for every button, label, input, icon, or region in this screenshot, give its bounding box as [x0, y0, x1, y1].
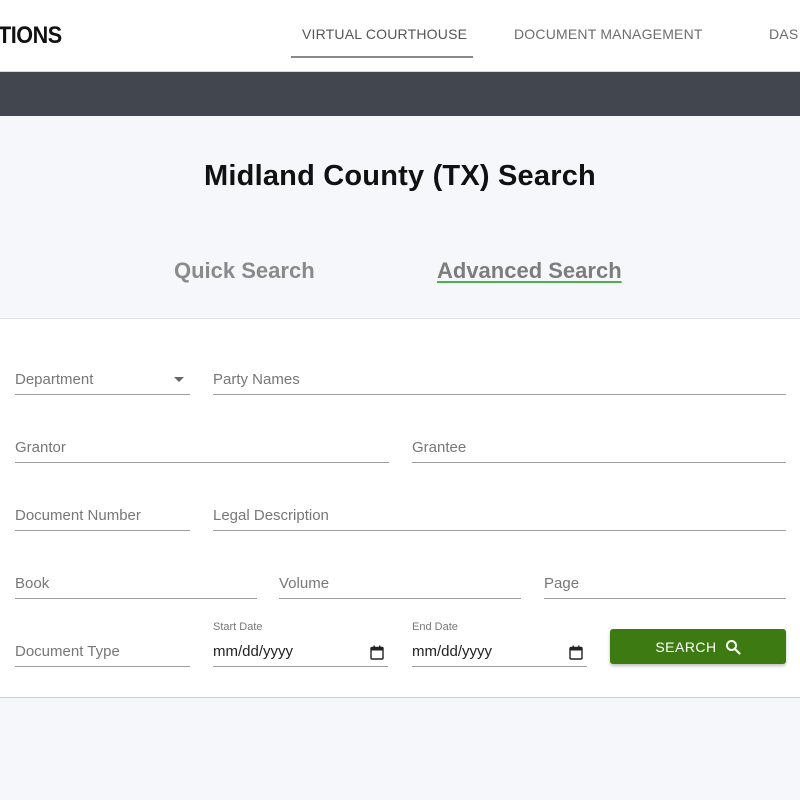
- nav-tab-virtual-courthouse[interactable]: VIRTUAL COURTHOUSE: [302, 26, 467, 42]
- grantee-input[interactable]: Grantee: [412, 427, 786, 463]
- banner: [0, 72, 800, 116]
- document-number-input[interactable]: Document Number: [15, 495, 190, 531]
- end-date-label: End Date: [412, 621, 458, 633]
- logo[interactable]: TIONS: [0, 22, 62, 50]
- end-date-value[interactable]: mm/dd/yyyy: [412, 643, 492, 660]
- grantee-label: Grantee: [412, 439, 467, 456]
- calendar-icon[interactable]: [569, 645, 583, 660]
- start-date-input[interactable]: Start Date mm/dd/yyyy: [213, 621, 388, 667]
- end-date-input[interactable]: End Date mm/dd/yyyy: [412, 621, 587, 667]
- volume-input[interactable]: Volume: [279, 563, 521, 599]
- party-names-input[interactable]: Party Names: [213, 359, 786, 395]
- nav-active-indicator: [291, 56, 473, 58]
- search-button-label: SEARCH: [655, 638, 717, 655]
- department-label: Department: [15, 371, 94, 388]
- department-select[interactable]: Department: [15, 359, 190, 395]
- book-input[interactable]: Book: [15, 563, 257, 599]
- top-header: TIONS VIRTUAL COURTHOUSE DOCUMENT MANAGE…: [0, 0, 800, 72]
- tab-quick-search[interactable]: Quick Search: [174, 258, 315, 284]
- nav-tab-document-management[interactable]: DOCUMENT MANAGEMENT: [514, 26, 703, 42]
- page-title: Midland County (TX) Search: [204, 160, 596, 192]
- start-date-value[interactable]: mm/dd/yyyy: [213, 643, 293, 660]
- document-type-input[interactable]: Document Type: [15, 631, 190, 667]
- advanced-search-form: Department Party Names Grantor Grantee D…: [0, 319, 800, 698]
- start-date-label: Start Date: [213, 621, 263, 633]
- grantor-label: Grantor: [15, 439, 66, 456]
- search-title-section: Midland County (TX) Search Quick Search …: [0, 116, 800, 319]
- nav-tab-dashboard[interactable]: DAS: [769, 26, 798, 42]
- search-button[interactable]: SEARCH: [610, 629, 786, 664]
- volume-label: Volume: [279, 575, 330, 592]
- legal-description-input[interactable]: Legal Description: [213, 495, 786, 531]
- tab-advanced-search[interactable]: Advanced Search: [437, 258, 622, 284]
- legal-description-label: Legal Description: [213, 507, 329, 524]
- search-icon: [725, 639, 741, 655]
- page-input[interactable]: Page: [544, 563, 786, 599]
- party-names-label: Party Names: [213, 371, 300, 388]
- page-label: Page: [544, 575, 580, 592]
- chevron-down-icon[interactable]: [174, 377, 184, 382]
- grantor-input[interactable]: Grantor: [15, 427, 389, 463]
- document-type-label: Document Type: [15, 643, 120, 660]
- document-number-label: Document Number: [15, 507, 141, 524]
- calendar-icon[interactable]: [370, 645, 384, 660]
- book-label: Book: [15, 575, 50, 592]
